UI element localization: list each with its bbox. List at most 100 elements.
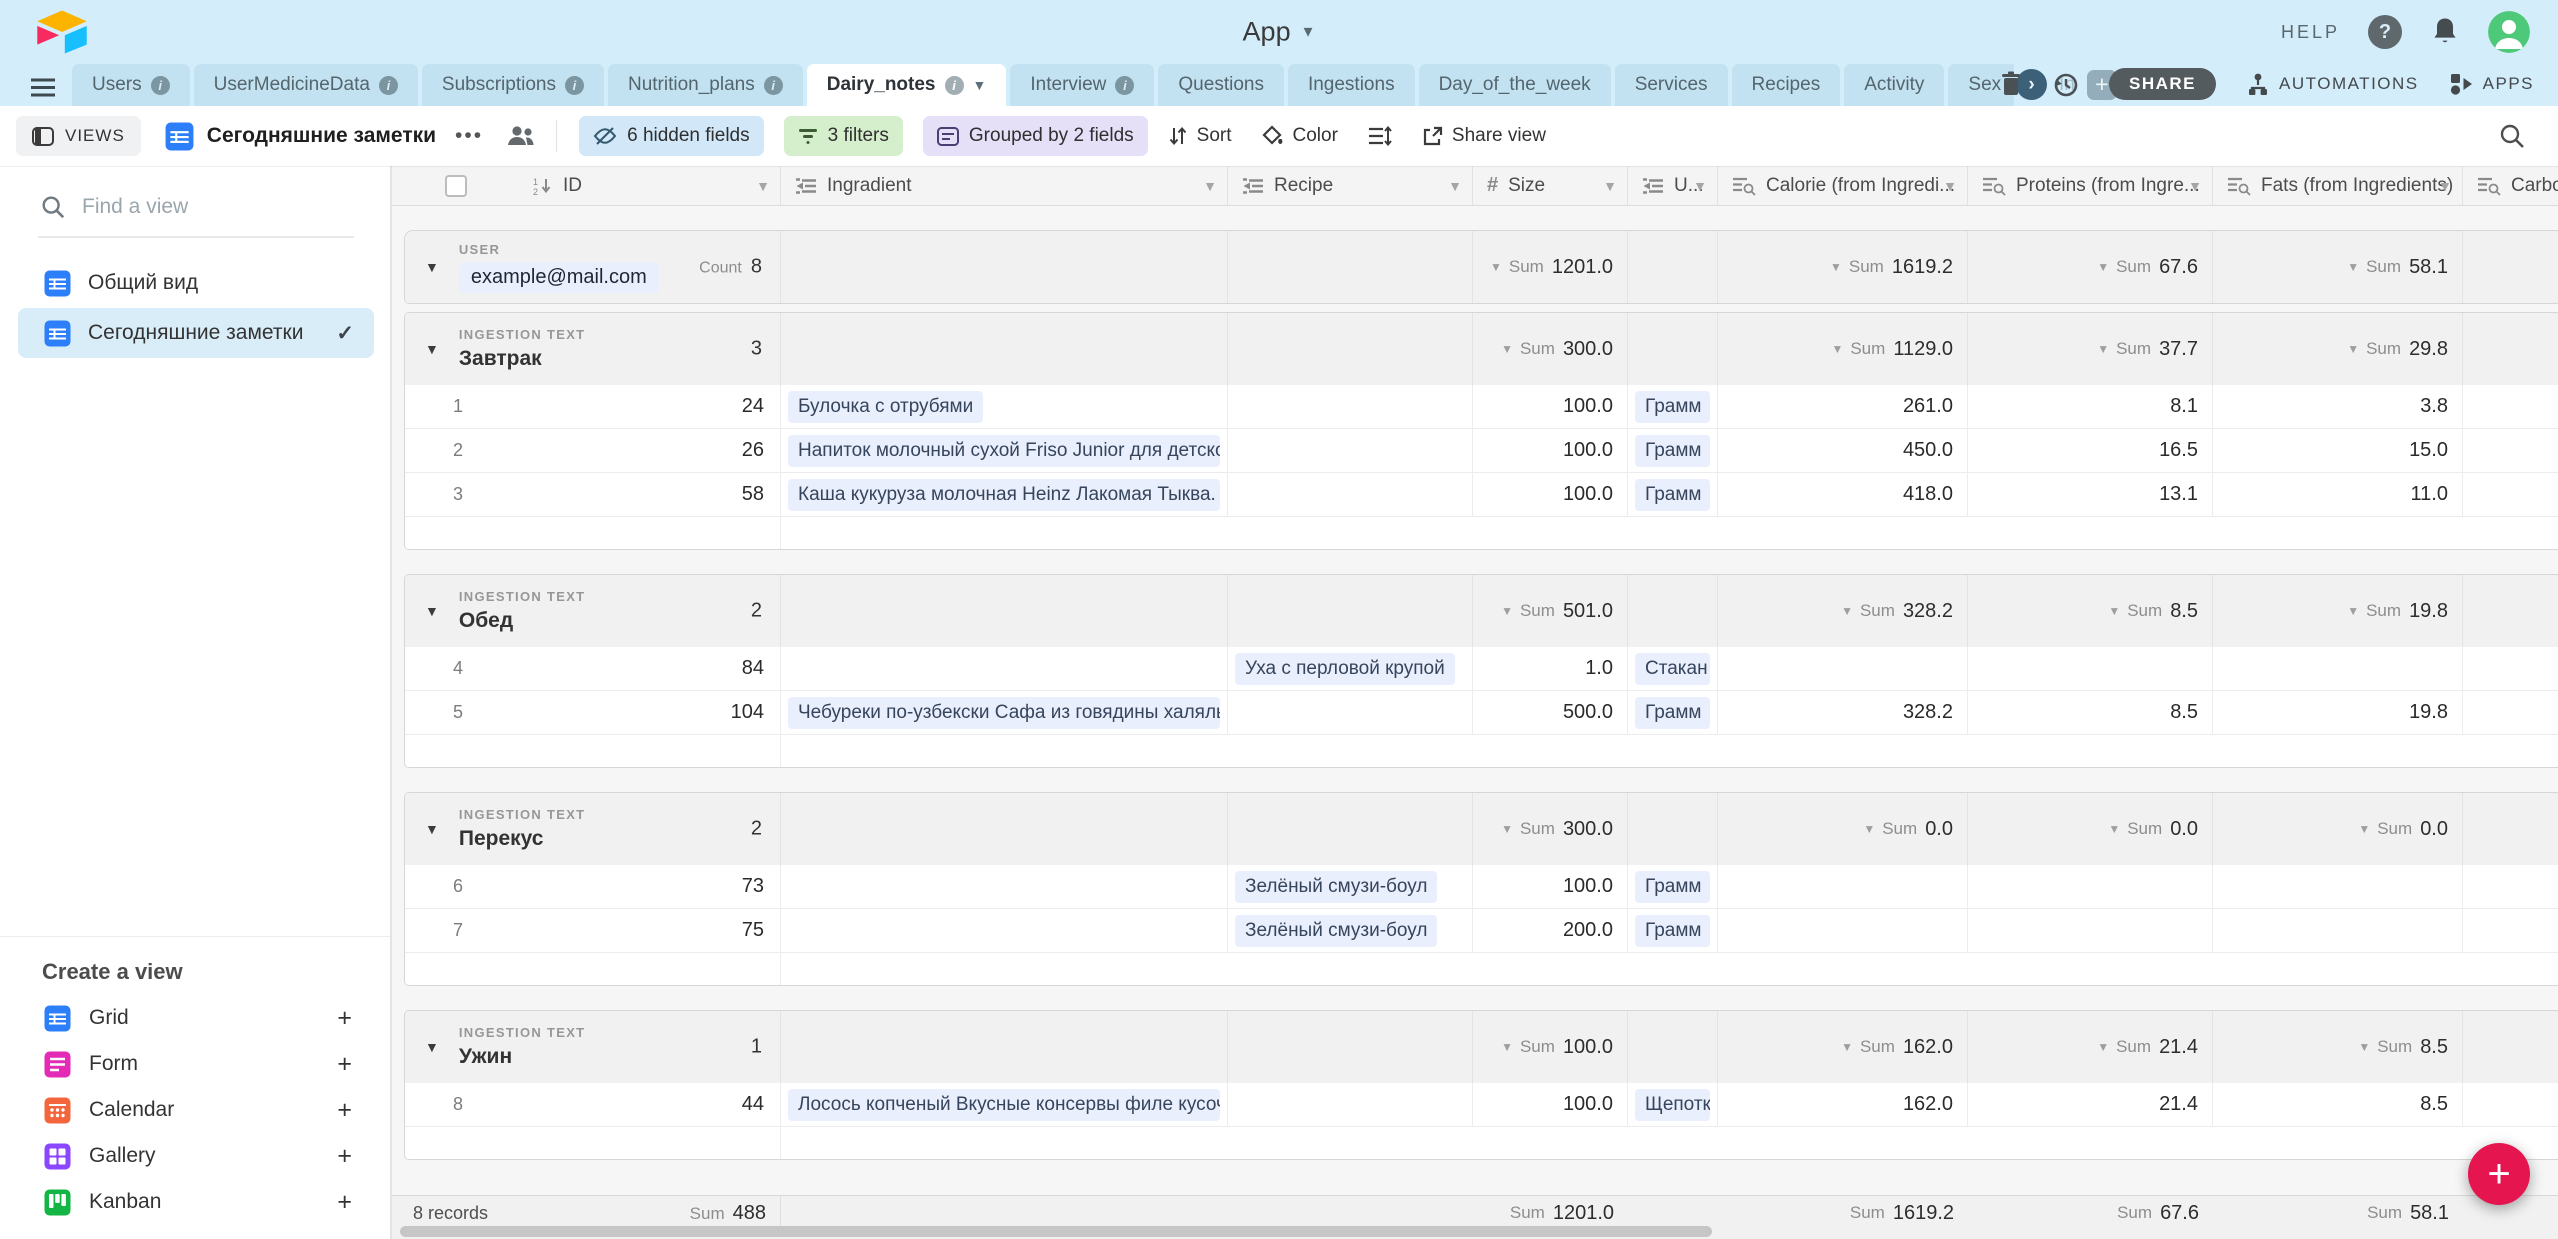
chevron-down-icon[interactable]: ▼	[2347, 260, 2359, 274]
column-header-recipe[interactable]: Recipe▼	[1228, 166, 1473, 205]
chevron-down-icon[interactable]: ▼	[2358, 1040, 2370, 1054]
unit-cell[interactable]: Грамм	[1628, 385, 1718, 428]
chevron-down-icon[interactable]: ▼	[1693, 178, 1707, 194]
empty-cell[interactable]	[1228, 473, 1473, 516]
chevron-down-icon[interactable]: ▼	[2108, 604, 2120, 618]
column-header-calorie-from-ingredi[interactable]: Calorie (from Ingredi...▼	[1718, 166, 1968, 205]
empty-cell[interactable]	[1228, 691, 1473, 734]
chevron-down-icon[interactable]: ▼	[1501, 342, 1513, 356]
recipe-cell[interactable]: Уха с перловой крупой	[1228, 647, 1473, 690]
find-view-input[interactable]	[82, 195, 312, 219]
add-record-fab[interactable]: +	[2468, 1143, 2530, 1205]
proteins-cell[interactable]: 16.5	[1968, 429, 2213, 472]
row-id-cell[interactable]: 484	[405, 647, 781, 690]
ingredient-cell[interactable]: Каша кукуруза молочная Heinz Лакомая Тык…	[781, 473, 1228, 516]
carbohydrates-cell[interactable]	[2463, 647, 2558, 690]
column-header-fats-from-ingredients[interactable]: Fats (from Ingredients)▼	[2213, 166, 2463, 205]
history-icon[interactable]	[2052, 71, 2079, 98]
tab-questions[interactable]: Questions	[1158, 64, 1284, 106]
unit-cell[interactable]: Грамм	[1628, 909, 1718, 952]
unit-cell[interactable]: Грамм	[1628, 691, 1718, 734]
fats-cell[interactable]	[2213, 865, 2463, 908]
collapse-triangle-icon[interactable]: ▼	[425, 259, 439, 275]
size-cell[interactable]: 100.0	[1473, 429, 1628, 472]
calorie-cell[interactable]	[1718, 647, 1968, 690]
unit-cell[interactable]: Грамм	[1628, 473, 1718, 516]
column-header-ingradient[interactable]: Ingradient▼	[781, 166, 1228, 205]
size-cell[interactable]: 1.0	[1473, 647, 1628, 690]
proteins-cell[interactable]: 13.1	[1968, 473, 2213, 516]
fats-cell[interactable]	[2213, 909, 2463, 952]
tab-ingestions[interactable]: Ingestions	[1288, 64, 1415, 106]
column-header-u[interactable]: U...▼	[1628, 166, 1718, 205]
empty-cell[interactable]	[781, 865, 1228, 908]
chevron-down-icon[interactable]: ▼	[1841, 604, 1853, 618]
sort-button[interactable]: Sort	[1168, 125, 1232, 147]
chevron-down-icon[interactable]: ▼	[2347, 342, 2359, 356]
group-header[interactable]: ▼INGESTION TEXTОбед2▼Sum501.0▼Sum328.2▼S…	[405, 575, 2558, 647]
unit-cell[interactable]: Грамм	[1628, 429, 1718, 472]
fats-cell[interactable]: 8.5	[2213, 1083, 2463, 1126]
unit-cell[interactable]: Стакан	[1628, 647, 1718, 690]
view-options-icon[interactable]: •••	[455, 124, 483, 148]
plus-icon[interactable]: +	[337, 1190, 352, 1215]
unit-cell[interactable]: Грамм	[1628, 865, 1718, 908]
recipe-cell[interactable]: Зелёный смузи-боул	[1228, 865, 1473, 908]
chevron-down-icon[interactable]: ▼	[1448, 178, 1462, 194]
collapse-triangle-icon[interactable]: ▼	[425, 603, 439, 619]
chevron-down-icon[interactable]: ▼	[756, 178, 770, 194]
color-button[interactable]: Color	[1262, 125, 1338, 147]
unit-cell[interactable]: Щепотка	[1628, 1083, 1718, 1126]
chevron-down-icon[interactable]: ▼	[1501, 1040, 1513, 1054]
chevron-down-icon[interactable]: ▼	[1831, 342, 1843, 356]
app-title[interactable]: App ▼	[1243, 17, 1316, 48]
column-header-proteins-from-ingre[interactable]: Proteins (from Ingre...▼	[1968, 166, 2213, 205]
chevron-down-icon[interactable]: ▼	[2097, 260, 2109, 274]
calorie-cell[interactable]	[1718, 865, 1968, 908]
tab-day_of_the_week[interactable]: Day_of_the_week	[1419, 64, 1611, 106]
group-header[interactable]: ▼INGESTION TEXTУжин1▼Sum100.0▼Sum162.0▼S…	[405, 1011, 2558, 1083]
fats-cell[interactable]: 19.8	[2213, 691, 2463, 734]
tab-dairy_notes[interactable]: Dairy_notesi▼	[807, 64, 1007, 106]
chevron-down-icon[interactable]: ▼	[1841, 1040, 1853, 1054]
question-icon[interactable]: ?	[2368, 15, 2402, 49]
hidden-fields-button[interactable]: 6 hidden fields	[579, 116, 764, 156]
plus-icon[interactable]: +	[337, 1052, 352, 1077]
create-view-option-form[interactable]: Form+	[0, 1041, 390, 1087]
chevron-down-icon[interactable]: ▼	[973, 77, 987, 93]
tab-users[interactable]: Usersi	[72, 64, 190, 106]
ingredient-cell[interactable]: Напиток молочный сухой Friso Junior для …	[781, 429, 1228, 472]
trash-icon[interactable]	[2000, 71, 2022, 97]
carbohydrates-cell[interactable]	[2463, 429, 2558, 472]
collaborators-icon[interactable]	[506, 124, 536, 148]
tab-activity[interactable]: Activity	[1844, 64, 1944, 106]
create-view-option-gallery[interactable]: Gallery+	[0, 1133, 390, 1179]
horizontal-scrollbar[interactable]	[400, 1226, 1712, 1237]
plus-icon[interactable]: +	[337, 1098, 352, 1123]
size-cell[interactable]: 100.0	[1473, 865, 1628, 908]
empty-cell[interactable]	[1228, 385, 1473, 428]
collapse-triangle-icon[interactable]: ▼	[425, 341, 439, 357]
carbohydrates-cell[interactable]	[2463, 691, 2558, 734]
calorie-cell[interactable]	[1718, 909, 1968, 952]
row-id-cell[interactable]: 673	[405, 865, 781, 908]
chevron-down-icon[interactable]: ▼	[1830, 260, 1842, 274]
chevron-down-icon[interactable]: ▼	[2097, 1040, 2109, 1054]
column-header-id[interactable]: 12ID▼	[405, 166, 781, 205]
tab-interview[interactable]: Interviewi	[1010, 64, 1154, 106]
user-avatar[interactable]	[2488, 11, 2530, 53]
chevron-down-icon[interactable]: ▼	[1490, 260, 1502, 274]
carbohydrates-cell[interactable]	[2463, 865, 2558, 908]
fats-cell[interactable]: 11.0	[2213, 473, 2463, 516]
calorie-cell[interactable]: 261.0	[1718, 385, 1968, 428]
add-record-row[interactable]	[405, 953, 2558, 985]
automations-button[interactable]: AUTOMATIONS	[2246, 72, 2419, 96]
plus-icon[interactable]: +	[337, 1006, 352, 1031]
chevron-down-icon[interactable]: ▼	[1863, 822, 1875, 836]
search-icon[interactable]	[2498, 122, 2526, 150]
current-view[interactable]: Сегодняшние заметки •••	[165, 122, 536, 151]
group-header[interactable]: ▼INGESTION TEXTЗавтрак3▼Sum300.0▼Sum1129…	[405, 313, 2558, 385]
tab-subscriptions[interactable]: Subscriptionsi	[422, 64, 604, 106]
grouped-button[interactable]: Grouped by 2 fields	[923, 116, 1148, 156]
fats-cell[interactable]: 3.8	[2213, 385, 2463, 428]
